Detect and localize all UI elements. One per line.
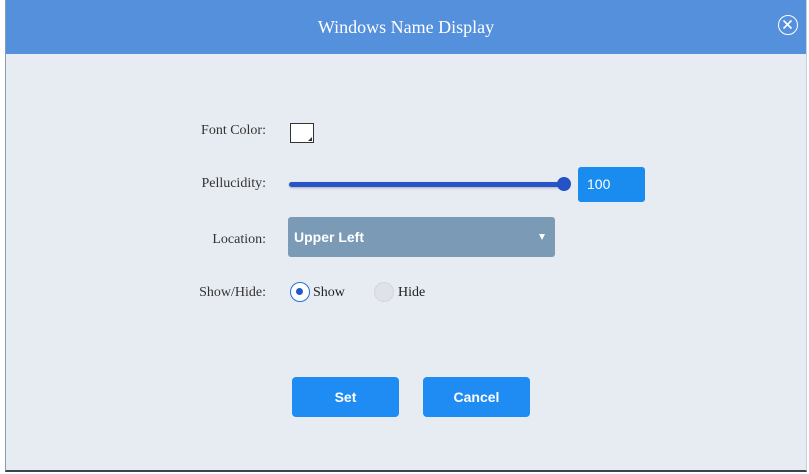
pellucidity-value-input[interactable] [578, 167, 645, 202]
pellucidity-label: Pellucidity: [201, 176, 266, 191]
location-label: Location: [212, 232, 266, 247]
pellucidity-slider-handle[interactable] [557, 177, 571, 191]
chevron-down-icon [539, 234, 545, 240]
dialog-title: Windows Name Display [317, 17, 495, 37]
pellucidity-slider-track[interactable] [289, 182, 566, 187]
location-selected-value: Upper Left [294, 229, 364, 245]
font-color-picker[interactable] [290, 123, 314, 143]
dropdown-corner-icon [308, 137, 312, 141]
set-button[interactable]: Set [292, 377, 399, 417]
show-radio-label[interactable]: Show [313, 284, 345, 302]
hide-radio[interactable] [374, 282, 394, 302]
location-select[interactable]: Upper Left [288, 217, 555, 257]
font-color-label: Font Color: [201, 123, 266, 138]
cancel-button[interactable]: Cancel [423, 377, 530, 417]
show-radio[interactable] [290, 282, 310, 302]
close-icon [782, 19, 793, 30]
hide-radio-label[interactable]: Hide [398, 284, 425, 302]
windows-name-display-dialog: Windows Name Display Font Color: Pelluci… [5, 0, 807, 472]
dialog-titlebar: Windows Name Display [6, 0, 806, 54]
show-hide-label: Show/Hide: [199, 285, 266, 300]
close-button[interactable] [778, 15, 798, 35]
